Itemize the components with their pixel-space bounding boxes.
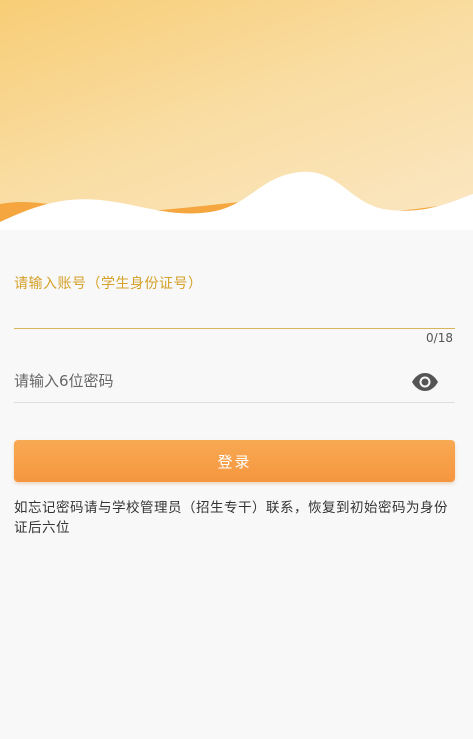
password-row [14, 362, 455, 403]
account-label: 请输入账号（学生身份证号） [14, 276, 203, 292]
login-button[interactable]: 登录 [14, 440, 455, 482]
password-recovery-notice: 如忘记密码请与学校管理员（招生专干）联系，恢复到初始密码为身份证后六位 [14, 500, 448, 536]
password-input[interactable] [14, 368, 394, 394]
eye-icon[interactable] [411, 372, 439, 392]
account-input[interactable] [14, 298, 455, 329]
wave-decoration [0, 171, 473, 230]
account-char-counter: 0/18 [426, 331, 453, 345]
header-banner [0, 0, 473, 230]
